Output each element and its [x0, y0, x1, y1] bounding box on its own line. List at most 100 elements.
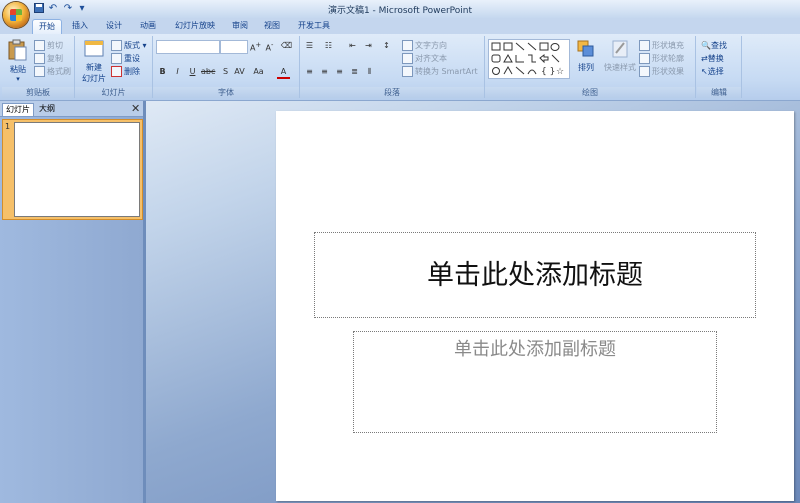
copy-button[interactable]: 复制: [34, 53, 63, 64]
quick-styles-icon: [612, 40, 628, 58]
drawing-group: { } ☆ 排列 快速样式 形状填充 形状轮廓 形状效果 绘图: [485, 36, 696, 98]
reset-button[interactable]: 重设: [111, 53, 140, 64]
slides-group-label: 幻灯片: [75, 87, 152, 98]
svg-text:☆: ☆: [556, 67, 564, 77]
undo-icon[interactable]: ↶: [47, 3, 59, 15]
new-slide-icon: [84, 40, 104, 57]
new-slide-label-2: 幻灯片: [82, 74, 106, 83]
redo-icon[interactable]: ↷: [62, 3, 74, 15]
increase-indent-icon[interactable]: ⇥: [362, 40, 375, 51]
bullets-icon[interactable]: ☰: [303, 40, 316, 51]
numbering-icon[interactable]: ☷: [322, 40, 335, 51]
paste-dropdown-icon[interactable]: ▾: [6, 75, 30, 83]
slide-canvas[interactable]: 单击此处添加标题 单击此处添加副标题: [276, 111, 794, 501]
svg-text:{ }: { }: [541, 67, 555, 77]
tab-insert[interactable]: 插入: [66, 19, 94, 34]
layout-icon: [111, 40, 122, 51]
cut-label: 剪切: [47, 41, 63, 50]
font-group-label: 字体: [153, 87, 299, 98]
align-text-button[interactable]: 对齐文本: [402, 53, 447, 64]
new-slide-button[interactable]: 新建 幻灯片: [79, 39, 109, 84]
shape-outline-button[interactable]: 形状轮廓: [639, 53, 684, 64]
clear-format-icon[interactable]: ⌫: [280, 40, 293, 51]
shapes-gallery[interactable]: { } ☆: [488, 39, 570, 79]
arrange-button[interactable]: 排列: [573, 39, 599, 73]
shape-effects-button[interactable]: 形状效果: [639, 66, 684, 77]
format-painter-button[interactable]: 格式刷: [34, 66, 71, 77]
save-icon[interactable]: [33, 3, 45, 15]
italic-icon[interactable]: I: [171, 66, 184, 77]
copy-icon: [34, 53, 45, 64]
text-direction-button[interactable]: 文字方向: [402, 40, 447, 51]
justify-icon[interactable]: ≣: [348, 66, 361, 77]
tab-slideshow[interactable]: 幻灯片放映: [170, 19, 220, 34]
tab-outline-pane[interactable]: 大纲: [36, 103, 58, 115]
window-title: 演示文稿1 - Microsoft PowerPoint: [327, 6, 473, 16]
tab-review[interactable]: 审阅: [226, 19, 254, 34]
bold-icon[interactable]: B: [156, 66, 169, 77]
line-spacing-icon[interactable]: ↕: [380, 40, 393, 51]
slide-thumbnail[interactable]: [14, 122, 140, 217]
qat-dropdown-icon[interactable]: ▾: [76, 3, 88, 15]
paste-icon: [8, 39, 27, 61]
font-color-icon[interactable]: A: [277, 66, 290, 79]
font-size-box[interactable]: [220, 40, 248, 54]
tab-home[interactable]: 开始: [32, 19, 62, 35]
tab-animations[interactable]: 动画: [134, 19, 162, 34]
select-label: 选择: [707, 67, 724, 76]
delete-icon: [111, 66, 122, 77]
tab-view[interactable]: 视图: [258, 19, 286, 34]
decrease-indent-icon[interactable]: ⇤: [346, 40, 359, 51]
replace-button[interactable]: ⇄替换: [701, 53, 724, 64]
font-group: A+ A- ⌫ B I U abc S AV Aa A 字体: [153, 36, 300, 98]
quick-styles-button[interactable]: 快速样式: [603, 39, 637, 73]
tab-design[interactable]: 设计: [100, 19, 128, 34]
title-placeholder[interactable]: 单击此处添加标题: [314, 232, 756, 318]
paste-button[interactable]: 粘贴 ▾: [6, 39, 30, 83]
slides-group: 新建 幻灯片 版式 ▾ 重设 删除 幻灯片: [75, 36, 153, 98]
smartart-button[interactable]: 转换为 SmartArt: [402, 66, 478, 77]
char-spacing-icon[interactable]: AV: [233, 66, 246, 77]
brush-icon: [34, 66, 45, 77]
change-case-icon[interactable]: Aa: [252, 66, 265, 77]
replace-icon: ⇄: [701, 54, 708, 63]
shrink-font-icon[interactable]: A-: [263, 40, 276, 53]
format-painter-label: 格式刷: [47, 67, 71, 76]
align-text-label: 对齐文本: [415, 54, 447, 63]
select-button[interactable]: ↖选择: [701, 66, 724, 77]
tab-slides-pane[interactable]: 幻灯片: [2, 103, 34, 116]
tab-developer[interactable]: 开发工具: [294, 19, 334, 34]
strikethrough-icon[interactable]: abc: [201, 66, 215, 77]
layout-button[interactable]: 版式 ▾: [111, 40, 147, 51]
shapes-icon: { } ☆: [491, 42, 564, 77]
find-button[interactable]: 🔍查找: [701, 40, 727, 51]
shape-effects-label: 形状效果: [652, 67, 684, 76]
align-right-icon[interactable]: ≡: [333, 66, 346, 77]
text-direction-label: 文字方向: [415, 41, 447, 50]
layout-label: 版式: [124, 41, 140, 50]
cut-button[interactable]: 剪切: [34, 40, 63, 51]
close-pane-icon[interactable]: ✕: [131, 102, 140, 115]
grow-font-icon[interactable]: A+: [249, 40, 262, 53]
font-name-box[interactable]: [156, 40, 220, 54]
pen-icon: [639, 53, 650, 64]
underline-icon[interactable]: U: [186, 66, 199, 77]
reset-icon: [111, 53, 122, 64]
cursor-icon: ↖: [701, 67, 708, 76]
paste-label: 粘贴: [10, 65, 26, 74]
align-text-icon: [402, 53, 413, 64]
align-center-icon[interactable]: ≡: [318, 66, 331, 77]
columns-icon[interactable]: ⫴: [363, 66, 376, 77]
office-button[interactable]: [3, 2, 29, 28]
drawing-group-label: 绘图: [485, 87, 695, 98]
shape-outline-label: 形状轮廓: [652, 54, 684, 63]
subtitle-placeholder[interactable]: 单击此处添加副标题: [353, 331, 717, 433]
find-label: 查找: [710, 41, 727, 50]
delete-button[interactable]: 删除: [111, 66, 140, 77]
shape-fill-button[interactable]: 形状填充: [639, 40, 684, 51]
shadow-icon[interactable]: S: [219, 66, 232, 77]
paragraph-group-label: 段落: [300, 87, 484, 98]
text-direction-icon: [402, 40, 413, 51]
editing-group: 🔍查找 ⇄替换 ↖选择 编辑: [697, 36, 742, 98]
align-left-icon[interactable]: ≡: [303, 66, 316, 77]
